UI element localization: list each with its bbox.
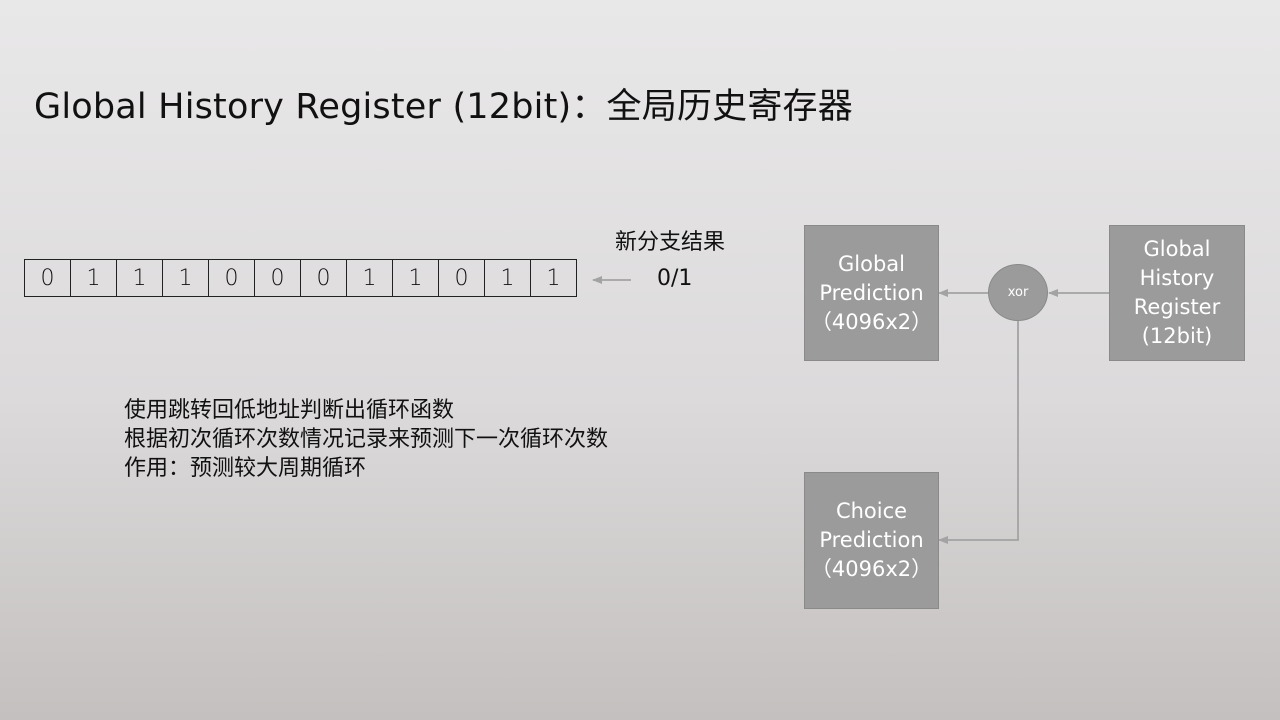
- connector-arrows: [592, 276, 1109, 544]
- block-label-line: Choice: [835, 499, 908, 523]
- block-label-line: History: [1139, 266, 1215, 290]
- block-label-line: Global: [1143, 237, 1211, 261]
- block-label-line: Global: [838, 251, 905, 276]
- block-label-line: （4096x2）: [810, 557, 933, 581]
- block-label-line: Register: [1133, 295, 1221, 319]
- block-label-line: （4096x2）: [810, 309, 933, 334]
- block-label-line: (12bit): [1141, 324, 1213, 348]
- xor-node: xor: [988, 264, 1048, 321]
- block-label-line: Prediction: [819, 280, 924, 305]
- choice-prediction-block: Choice Prediction （4096x2）: [804, 472, 939, 609]
- block-label-line: Prediction: [819, 528, 924, 552]
- global-history-register-block: Global History Register (12bit): [1109, 225, 1245, 361]
- xor-to-choice-prediction-arrow: [938, 321, 1019, 544]
- global-prediction-block: Global Prediction （4096x2）: [804, 225, 939, 361]
